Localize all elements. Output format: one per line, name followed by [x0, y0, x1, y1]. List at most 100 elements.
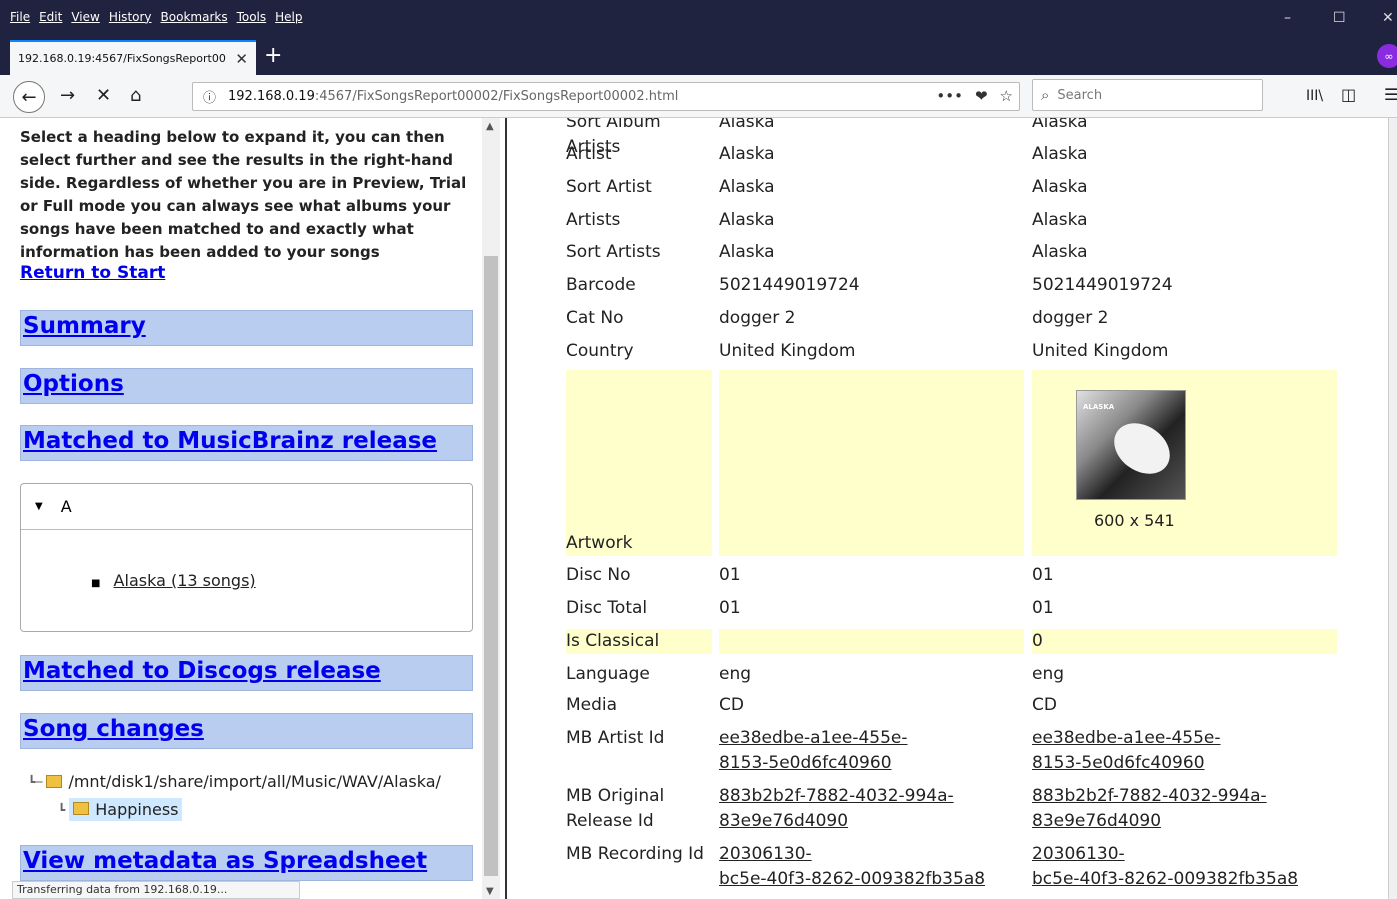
row-label: Media [566, 695, 618, 715]
close-window-button[interactable]: ✕ [1382, 10, 1394, 26]
row-new-value: 01 [1032, 598, 1054, 618]
tree-group-label: A [60, 497, 72, 516]
summary-link[interactable]: Summary [23, 313, 146, 339]
extension-mask-icon[interactable]: ∞ [1377, 44, 1397, 68]
mb-artist-link[interactable]: ee38edbe-a1ee-455e- 8153-5e0d6fc40960 [1032, 728, 1221, 773]
section-spreadsheet[interactable]: View metadata as Spreadsheet [20, 845, 473, 881]
new-tab-button[interactable]: + [264, 43, 282, 68]
row-old-value: eng [719, 664, 752, 684]
sidebar-icon[interactable]: ◫ [1341, 85, 1356, 104]
row-label: Artists [566, 210, 621, 230]
section-discogs[interactable]: Matched to Discogs release [20, 655, 473, 691]
row-new-value: Alaska [1032, 210, 1088, 230]
intro-text: Select a heading below to expand it, you… [20, 128, 467, 261]
row-new-value: Alaska [1032, 242, 1088, 262]
mb-recording-link[interactable]: 20306130- bc5e-40f3-8262-009382fb35a8 [1032, 844, 1298, 889]
menu-bar: File Edit View History Bookmarks Tools H… [10, 10, 303, 24]
row-new-value: United Kingdom [1032, 341, 1169, 361]
left-scrollbar[interactable]: ▲ ▼ [482, 118, 500, 899]
menu-view[interactable]: View [71, 10, 99, 24]
library-icon[interactable]: III\ [1306, 88, 1323, 104]
row-old-value: 20306130- bc5e-40f3-8262-009382fb35a8 [719, 842, 1024, 892]
tab-title: 192.168.0.19:4567/FixSongsReport00 [18, 52, 226, 65]
left-pane: Select a heading below to expand it, you… [12, 118, 482, 899]
collapse-arrow-icon[interactable]: ▼ [35, 501, 43, 512]
metadata-table: Sort Album Artists Alaska Alaska Artist … [508, 118, 1388, 899]
stop-button[interactable]: ✕ [96, 85, 111, 106]
search-input[interactable]: ⌕ Search [1032, 79, 1263, 111]
menu-bookmarks[interactable]: Bookmarks [161, 10, 228, 24]
cover-shape [1104, 412, 1180, 485]
row-new-value: 883b2b2f-7882-4032-994a- 83e9e76d4090 [1032, 784, 1337, 834]
folder-child[interactable]: ┗ Happiness [58, 798, 183, 821]
row-new-value: Alaska [1032, 177, 1088, 197]
page-actions-icon[interactable]: ••• [936, 87, 963, 105]
mb-recording-link[interactable]: 20306130- bc5e-40f3-8262-009382fb35a8 [719, 844, 985, 889]
maximize-button[interactable]: ☐ [1333, 10, 1346, 26]
mb-artist-link[interactable]: ee38edbe-a1ee-455e- 8153-5e0d6fc40960 [719, 728, 908, 773]
bullet-icon: ■ [91, 578, 101, 589]
folder-root[interactable]: ┗─ /mnt/disk1/share/import/all/Music/WAV… [28, 772, 441, 791]
section-options[interactable]: Options [20, 368, 473, 404]
label-line: MB Original [566, 786, 665, 806]
row-old-value: ee38edbe-a1ee-455e- 8153-5e0d6fc40960 [719, 726, 1024, 776]
right-scrollbar[interactable] [1388, 118, 1397, 899]
menu-help[interactable]: Help [275, 10, 302, 24]
discogs-link[interactable]: Matched to Discogs release [23, 658, 381, 684]
album-cover-image[interactable]: ALASKA [1076, 390, 1186, 500]
musicbrainz-link[interactable]: Matched to MusicBrainz release [23, 428, 437, 454]
bookmark-star-icon[interactable]: ☆ [1000, 87, 1013, 105]
row-label: Artist [566, 144, 612, 164]
folder-icon [46, 775, 63, 788]
folder-child-selected: Happiness [69, 798, 183, 821]
id-line: 8153-5e0d6fc40960 [1032, 753, 1205, 773]
mb-release-link[interactable]: 883b2b2f-7882-4032-994a- 83e9e76d4090 [719, 786, 954, 831]
mb-release-link[interactable]: 883b2b2f-7882-4032-994a- 83e9e76d4090 [1032, 786, 1267, 831]
row-new-value: 0 [1032, 629, 1337, 654]
menu-history[interactable]: History [109, 10, 152, 24]
song-changes-link[interactable]: Song changes [23, 716, 204, 742]
spreadsheet-link[interactable]: View metadata as Spreadsheet [23, 848, 427, 874]
section-song-changes[interactable]: Song changes [20, 713, 473, 749]
hamburger-menu-icon[interactable]: ☰ [1384, 85, 1397, 104]
row-new-value: 01 [1032, 565, 1054, 585]
forward-button[interactable]: → [60, 85, 75, 106]
label-line: Release Id [566, 811, 654, 831]
artwork-cell: ALASKA 600 x 541 [1032, 370, 1337, 556]
tab-close-icon[interactable]: ✕ [235, 50, 248, 68]
menu-tools[interactable]: Tools [237, 10, 267, 24]
section-summary[interactable]: Summary [20, 310, 473, 346]
row-old-value: Alaska [719, 144, 775, 164]
scroll-up-icon[interactable]: ▲ [486, 121, 494, 132]
scrollbar-thumb[interactable] [484, 256, 498, 876]
row-new-value: dogger 2 [1032, 308, 1109, 328]
back-button[interactable]: ← [13, 81, 45, 113]
row-label: Language [566, 664, 650, 684]
home-button[interactable]: ⌂ [130, 85, 141, 106]
pane-divider[interactable] [505, 118, 507, 899]
row-new-value: 20306130- bc5e-40f3-8262-009382fb35a8 [1032, 842, 1337, 892]
return-to-start-link[interactable]: Return to Start [20, 263, 165, 283]
menu-file[interactable]: File [10, 10, 30, 24]
options-link[interactable]: Options [23, 371, 124, 397]
album-link[interactable]: Alaska (13 songs) [114, 571, 256, 590]
row-old-value: Alaska [719, 242, 775, 262]
site-info-icon[interactable]: ⓘ [203, 87, 216, 106]
active-tab[interactable]: 192.168.0.19:4567/FixSongsReport00 ✕ [10, 40, 256, 75]
row-label: Sort Artist [566, 177, 652, 197]
url-bar[interactable]: ⓘ 192.168.0.19:4567/FixSongsReport00002/… [192, 82, 1020, 111]
cover-band-text: ALASKA [1083, 403, 1115, 411]
tree-group-header[interactable]: ▼ A [21, 484, 472, 530]
row-old-value: Alaska [719, 118, 775, 132]
pocket-icon[interactable]: ❤ [975, 87, 988, 105]
id-line: 83e9e76d4090 [1032, 811, 1162, 831]
row-old-value: 883b2b2f-7882-4032-994a- 83e9e76d4090 [719, 784, 1024, 834]
row-label: Cat No [566, 308, 624, 328]
row-old-value [719, 370, 1024, 556]
minimize-button[interactable]: – [1284, 10, 1291, 26]
url-path: :4567/FixSongsReport00002/FixSongsReport… [314, 89, 679, 104]
scroll-down-icon[interactable]: ▼ [486, 886, 494, 897]
section-musicbrainz[interactable]: Matched to MusicBrainz release [20, 425, 473, 461]
menu-edit[interactable]: Edit [39, 10, 62, 24]
row-old-value: Alaska [719, 210, 775, 230]
